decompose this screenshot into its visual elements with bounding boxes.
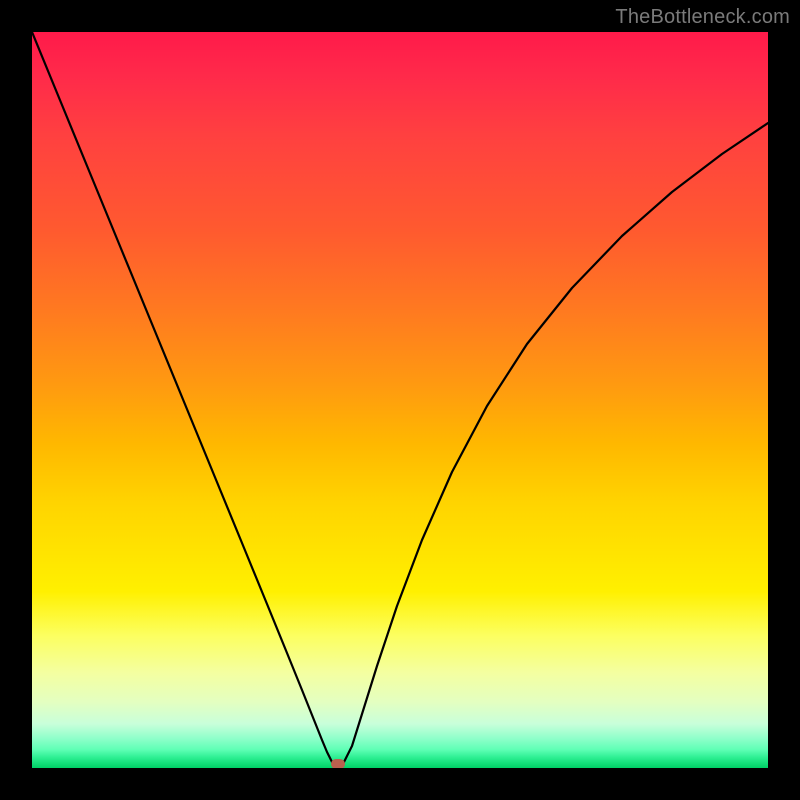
bottleneck-curve <box>32 32 768 768</box>
plot-area <box>32 32 768 768</box>
minimum-marker <box>331 759 345 768</box>
watermark-text: TheBottleneck.com <box>615 6 790 29</box>
chart-frame: TheBottleneck.com <box>0 0 800 800</box>
